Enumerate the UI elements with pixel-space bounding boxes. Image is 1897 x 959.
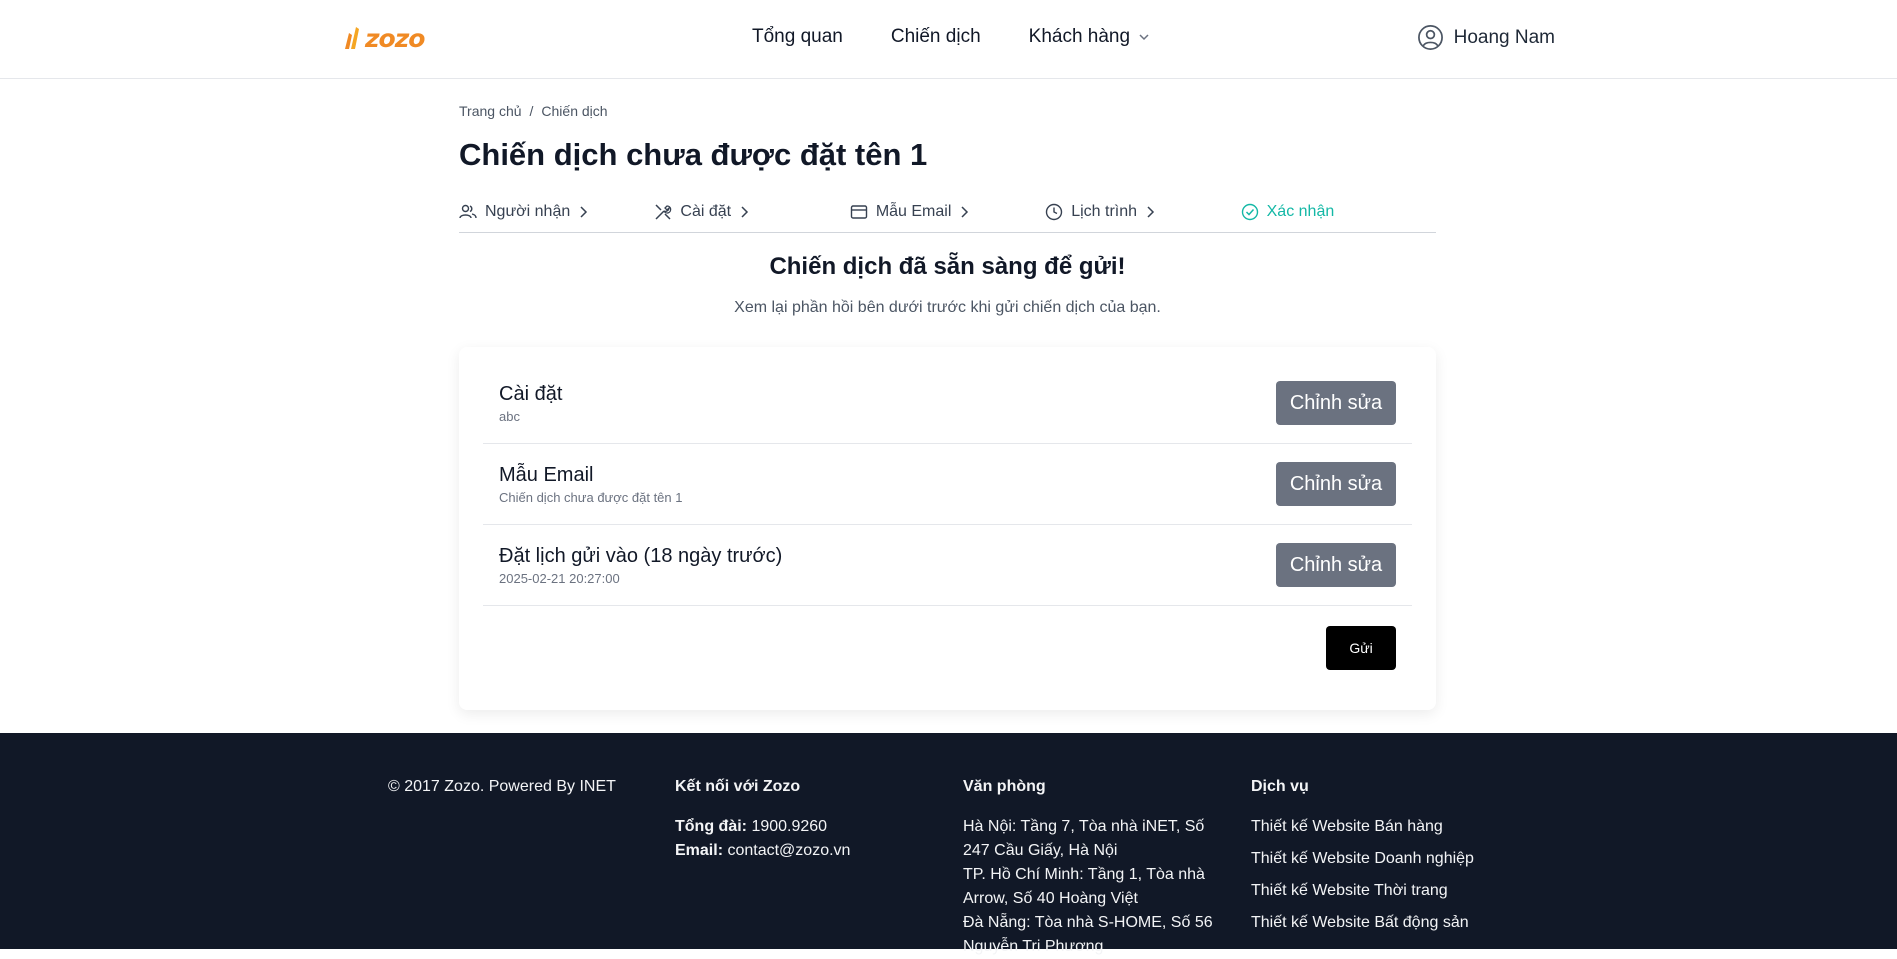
review-row-subtitle: abc xyxy=(499,408,520,424)
footer-office-hanoi: Hà Nội: Tầng 7, Tòa nhà iNET, Số 247 Cầu… xyxy=(963,818,1205,859)
nav-customers-label: Khách hàng xyxy=(1028,26,1131,47)
step-confirm[interactable]: Xác nhận xyxy=(1241,191,1436,232)
tools-icon xyxy=(655,203,672,220)
footer-copyright-col: © 2017 Zozo. Powered By INET xyxy=(388,775,616,799)
send-button[interactable]: Gửi xyxy=(1326,626,1396,670)
send-wrap: Gửi xyxy=(483,626,1412,670)
nav-campaigns-label: Chiến dịch xyxy=(890,26,981,47)
logo-mark-icon xyxy=(345,27,359,49)
ready-subtitle: Xem lại phần hồi bên dưới trước khi gửi … xyxy=(734,299,1161,316)
footer-connect-heading: Kết nối với Zozo xyxy=(675,778,801,795)
edit-email-template-button[interactable]: Chỉnh sửa xyxy=(1276,462,1396,506)
review-row-schedule: Đặt lịch gửi vào (18 ngày trước) 2025-02… xyxy=(483,525,1412,606)
page-title: Chiến dịch chưa được đặt tên 1 xyxy=(459,137,928,172)
user-circle-icon xyxy=(1417,25,1443,50)
top-header: zozo Tổng quan Chiến dịch Khách hàng Hoa… xyxy=(0,0,1897,79)
user-menu[interactable]: Hoang Nam xyxy=(1417,24,1555,51)
breadcrumb: Trang chủ / Chiến dịch xyxy=(459,103,1436,119)
review-row-settings: Cài đặt abc Chỉnh sửa xyxy=(483,363,1412,444)
review-row-title: Cài đặt xyxy=(499,382,563,405)
step-settings[interactable]: Cài đặt xyxy=(654,191,849,232)
window-icon xyxy=(850,204,868,219)
breadcrumb-home[interactable]: Trang chủ xyxy=(459,103,522,119)
footer-service-link[interactable]: Thiết kế Website Bán hàng xyxy=(1251,815,1474,839)
review-card: Cài đặt abc Chỉnh sửa Mẫu Email Chiến dị… xyxy=(459,347,1436,710)
footer-services-heading: Dịch vụ xyxy=(1251,778,1309,795)
logo-text: zozo xyxy=(365,23,425,53)
chevron-right-icon xyxy=(580,205,588,218)
nav-campaigns[interactable]: Chiến dịch xyxy=(891,26,981,48)
footer-phone-value[interactable]: 1900.9260 xyxy=(751,818,827,835)
footer-email-label: Email: xyxy=(675,842,724,859)
footer-phone: Tổng đài: 1900.9260 xyxy=(675,815,850,839)
zozo-logo[interactable]: zozo xyxy=(343,20,438,56)
footer-office-col: Văn phòng Hà Nội: Tầng 7, Tòa nhà iNET, … xyxy=(963,775,1213,959)
footer-email: Email: contact@zozo.vn xyxy=(675,839,850,863)
ready-title: Chiến dịch đã sẵn sàng để gửi! xyxy=(769,253,1126,280)
footer-copyright: © 2017 Zozo. Powered By INET xyxy=(388,778,616,795)
chevron-right-icon xyxy=(1147,205,1155,218)
footer-service-link[interactable]: Thiết kế Website Thời trang xyxy=(1251,879,1474,903)
footer-service-link[interactable]: Thiết kế Website Bất động sản xyxy=(1251,911,1474,935)
chevron-down-icon xyxy=(1139,34,1149,41)
breadcrumb-separator: / xyxy=(529,103,534,119)
nav-overview-label: Tổng quan xyxy=(752,26,843,47)
chevron-right-icon xyxy=(741,205,749,218)
users-icon xyxy=(459,204,477,218)
step-email-template-label: Mẫu Email xyxy=(875,202,952,220)
main-nav: Tổng quan Chiến dịch Khách hàng xyxy=(752,26,1150,48)
review-row-subtitle: Chiến dịch chưa được đặt tên 1 xyxy=(499,489,683,505)
review-row-title: Mẫu Email xyxy=(499,463,594,486)
check-circle-icon xyxy=(1241,203,1258,220)
step-schedule[interactable]: Lịch trình xyxy=(1045,191,1240,232)
review-row-subtitle: 2025-02-21 20:27:00 xyxy=(499,570,620,586)
footer-email-value[interactable]: contact@zozo.vn xyxy=(727,842,850,859)
review-row-email-template: Mẫu Email Chiến dịch chưa được đặt tên 1… xyxy=(483,444,1412,525)
footer-office-danang: Đà Nẵng: Tòa nhà S-HOME, Số 56 Nguyễn Tr… xyxy=(963,914,1213,955)
edit-settings-button[interactable]: Chỉnh sửa xyxy=(1276,381,1396,425)
step-schedule-label: Lịch trình xyxy=(1071,202,1138,220)
footer-service-link[interactable]: Thiết kế Website Doanh nghiệp xyxy=(1251,847,1474,871)
step-confirm-label: Xác nhận xyxy=(1266,202,1335,220)
clock-icon xyxy=(1046,203,1063,220)
footer-phone-label: Tổng đài: xyxy=(675,818,747,835)
step-recipients-label: Người nhận xyxy=(485,202,571,220)
step-recipients[interactable]: Người nhận xyxy=(459,191,654,232)
nav-customers[interactable]: Khách hàng xyxy=(1029,26,1150,48)
footer-office-hcm: TP. Hồ Chí Minh: Tầng 1, Tòa nhà Arrow, … xyxy=(963,866,1205,907)
footer-connect-col: Kết nối với Zozo Tổng đài: 1900.9260 Ema… xyxy=(675,775,850,863)
breadcrumb-current[interactable]: Chiến dịch xyxy=(541,103,607,119)
step-settings-label: Cài đặt xyxy=(680,202,732,220)
user-name: Hoang Nam xyxy=(1453,26,1555,48)
review-row-title: Đặt lịch gửi vào (18 ngày trước) xyxy=(499,544,783,567)
footer: © 2017 Zozo. Powered By INET Kết nối với… xyxy=(0,733,1897,955)
main-content: Trang chủ / Chiến dịch Chiến dịch chưa đ… xyxy=(459,79,1436,710)
edit-schedule-button[interactable]: Chỉnh sửa xyxy=(1276,543,1396,587)
step-email-template[interactable]: Mẫu Email xyxy=(850,191,1045,232)
footer-office-heading: Văn phòng xyxy=(963,778,1046,795)
nav-overview[interactable]: Tổng quan xyxy=(752,26,843,48)
campaign-steps: Người nhận Cài đặt Mẫu Email Lịch trình … xyxy=(459,191,1436,233)
footer-services-col: Dịch vụ Thiết kế Website Bán hàng Thiết … xyxy=(1251,775,1474,943)
chevron-right-icon xyxy=(961,205,969,218)
